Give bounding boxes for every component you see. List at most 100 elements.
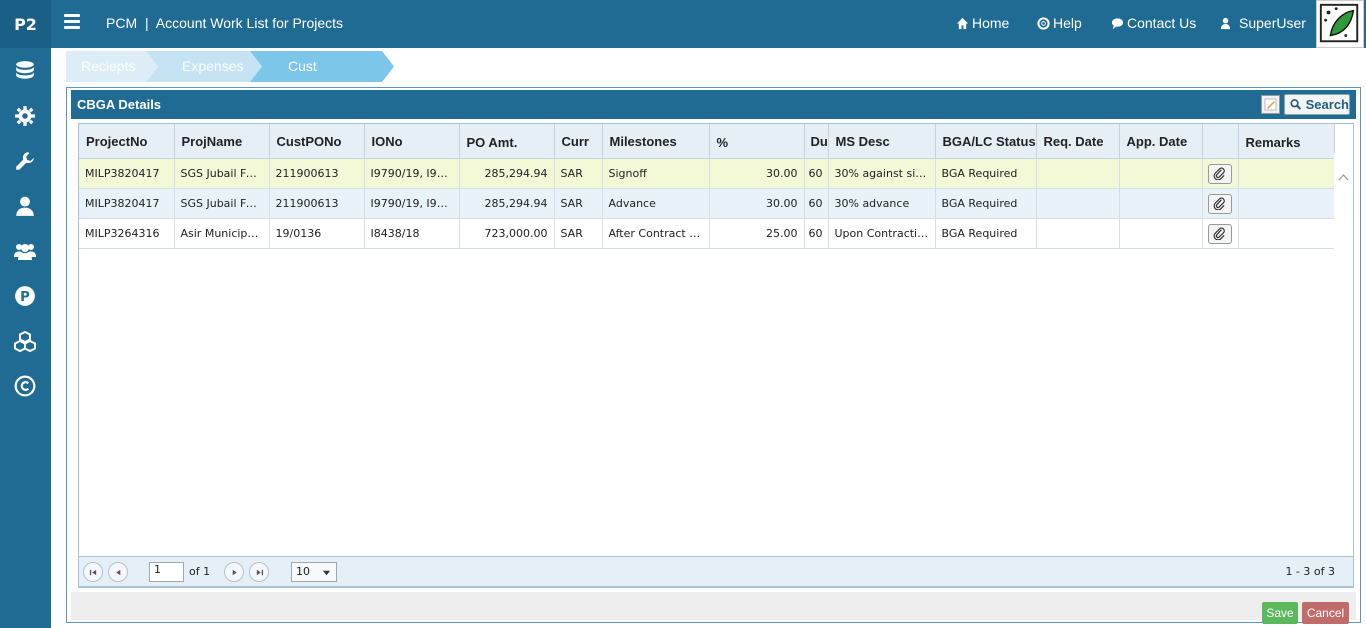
col-remarks[interactable]: Remarks	[1238, 124, 1335, 159]
scroll-up-icon	[1338, 174, 1349, 181]
attach-button[interactable]	[1207, 223, 1232, 244]
first-page-button[interactable]	[83, 562, 103, 582]
cell-remarks	[1238, 158, 1335, 189]
attach-button[interactable]	[1207, 193, 1232, 214]
svg-text:P: P	[20, 290, 30, 305]
nav-help[interactable]: Help	[1037, 15, 1082, 31]
panel-header: CBGA Details Search	[71, 90, 1356, 119]
cbga-panel: CBGA Details Search ProjectNo ProjName C…	[66, 87, 1361, 623]
page-size-select[interactable]: 10	[291, 562, 337, 582]
menu-toggle-icon[interactable]	[64, 14, 80, 34]
users-icon[interactable]	[12, 238, 38, 264]
copyright-icon[interactable]	[12, 373, 38, 399]
page-number-input[interactable]: 1	[149, 562, 184, 582]
search-button-label: Search	[1305, 97, 1349, 112]
module-name: PCM	[106, 15, 138, 31]
col-milestones[interactable]: Milestones	[602, 124, 710, 159]
col-curr[interactable]: Curr	[554, 124, 603, 159]
cell-po-amt: 285,294.94	[459, 188, 555, 219]
tab-expenses[interactable]: Expenses	[182, 51, 243, 82]
cell-projectno: MILP3264316	[79, 218, 175, 249]
table-header-row: ProjectNo ProjName CustPONo IONo PO Amt.…	[79, 124, 1335, 159]
edit-button[interactable]	[1261, 95, 1280, 114]
cell-custpono: 19/0136	[269, 218, 365, 249]
col-app-date[interactable]: App. Date	[1119, 124, 1203, 159]
nav-user-label: SuperUser	[1239, 15, 1306, 31]
cell-remarks	[1238, 218, 1335, 249]
search-icon	[1290, 99, 1302, 110]
next-page-icon	[232, 569, 237, 575]
gear-icon[interactable]	[12, 103, 38, 129]
cell-req-date	[1036, 188, 1120, 219]
page-size-value: 10	[296, 565, 310, 578]
cbga-grid: ProjectNo ProjName CustPONo IONo PO Amt.…	[78, 123, 1354, 588]
col-bga-lc-status[interactable]: BGA/LC Status	[935, 124, 1037, 159]
tab-cust-bga-lc[interactable]: Cust BGA/LC	[288, 51, 339, 105]
table-row[interactable]: MILP3264316 Asir Municipalit... 19/0136 …	[79, 218, 1335, 249]
table-row[interactable]: MILP3820417 SGS Jubail Furn... 211900613…	[79, 158, 1335, 189]
cell-projectno: MILP3820417	[79, 188, 175, 219]
col-projname[interactable]: ProjName	[174, 124, 270, 159]
cell-req-date	[1036, 158, 1120, 189]
p-circle-icon[interactable]: P	[12, 283, 38, 309]
cell-du: 60	[804, 218, 829, 249]
table-row[interactable]: MILP3820417 SGS Jubail Furn... 211900613…	[79, 188, 1335, 219]
chevron-down-icon	[322, 570, 331, 576]
cell-po-amt: 285,294.94	[459, 158, 555, 189]
prev-page-button[interactable]	[108, 562, 128, 582]
cubes-icon[interactable]	[12, 328, 38, 354]
col-po-amt[interactable]: PO Amt.	[459, 124, 555, 159]
save-button[interactable]: Save	[1262, 602, 1298, 624]
paperclip-icon	[1213, 197, 1225, 210]
nav-home-label: Home	[972, 15, 1010, 31]
cell-milestones: Advance	[602, 188, 710, 219]
col-ms-desc[interactable]: MS Desc	[828, 124, 936, 159]
last-page-button[interactable]	[249, 562, 269, 582]
cell-bga-lc-status: BGA Required	[935, 218, 1037, 249]
cbga-table: ProjectNo ProjName CustPONo IONo PO Amt.…	[79, 124, 1335, 249]
brand-logo[interactable]: P2	[0, 0, 51, 48]
col-projectno[interactable]: ProjectNo	[79, 124, 175, 159]
col-du[interactable]: Du	[804, 124, 829, 159]
user-icon[interactable]	[12, 193, 38, 219]
cell-app-date	[1119, 188, 1203, 219]
form-footer	[71, 592, 1356, 620]
pager-summary: 1 - 3 of 3	[1285, 565, 1335, 578]
cell-attach	[1202, 188, 1239, 219]
next-page-button[interactable]	[224, 562, 244, 582]
cell-po-amt: 723,000.00	[459, 218, 555, 249]
panel-title: CBGA Details	[77, 97, 162, 112]
cell-iono: I8438/18	[364, 218, 460, 249]
cell-ms-desc: 30% advance	[828, 188, 936, 219]
cell-percent: 30.00	[709, 188, 805, 219]
user-small-icon	[1220, 17, 1231, 29]
cell-du: 60	[804, 188, 829, 219]
scroll-arrows	[1338, 174, 1349, 567]
cell-projectno: MILP3820417	[79, 158, 175, 189]
cell-iono: I9790/19, I9791...	[364, 188, 460, 219]
database-icon[interactable]	[12, 58, 38, 84]
cell-projname: SGS Jubail Furn...	[174, 158, 270, 189]
vertical-scrollbar[interactable]	[1334, 153, 1353, 587]
nav-home[interactable]: Home	[956, 15, 1009, 31]
cell-percent: 25.00	[709, 218, 805, 249]
pager: 1 of 1 10 1 - 3 of 3	[78, 556, 1354, 587]
col-iono[interactable]: IONo	[364, 124, 460, 159]
cell-attach	[1202, 158, 1239, 189]
cell-app-date	[1119, 218, 1203, 249]
cell-remarks	[1238, 188, 1335, 219]
col-custpono[interactable]: CustPONo	[269, 124, 365, 159]
tab-reciepts[interactable]: Reciepts	[81, 51, 135, 82]
home-icon	[956, 17, 969, 29]
col-percent[interactable]: %	[709, 124, 805, 159]
search-button[interactable]: Search	[1284, 94, 1350, 115]
nav-contact-label: Contact Us	[1127, 15, 1197, 31]
nav-contact[interactable]: Contact Us	[1111, 15, 1196, 31]
cell-req-date	[1036, 218, 1120, 249]
wrench-icon[interactable]	[12, 148, 38, 174]
col-req-date[interactable]: Req. Date	[1036, 124, 1120, 159]
nav-user[interactable]: SuperUser	[1219, 15, 1306, 31]
attach-button[interactable]	[1207, 163, 1232, 184]
cancel-button[interactable]: Cancel	[1302, 602, 1349, 624]
lifebuoy-icon	[1037, 16, 1050, 30]
